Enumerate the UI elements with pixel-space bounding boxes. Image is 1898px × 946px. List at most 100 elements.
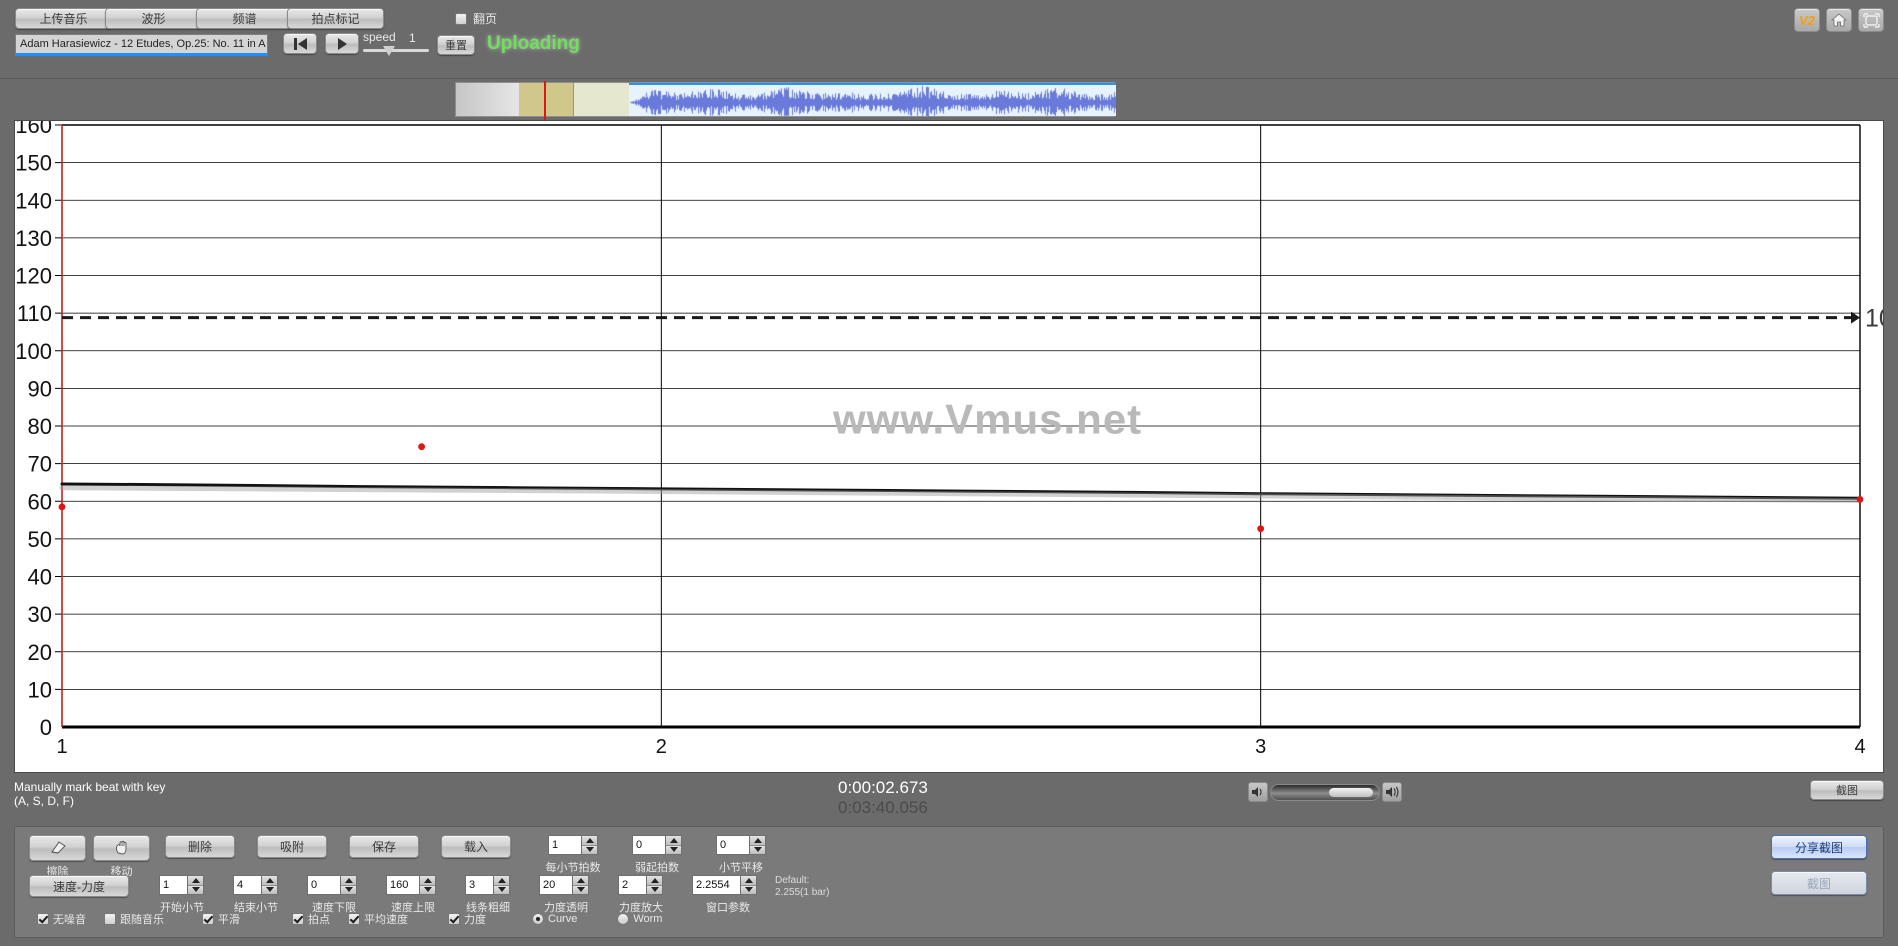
- tempo-max-value[interactable]: 160: [386, 875, 419, 895]
- line-width-spinner[interactable]: 3: [465, 875, 510, 895]
- snapshot-button-top[interactable]: 截图: [1810, 780, 1884, 800]
- start-bar-up[interactable]: [188, 876, 203, 885]
- delete-button[interactable]: 删除: [165, 835, 235, 858]
- line-width-up[interactable]: [494, 876, 509, 885]
- volume-icon[interactable]: [1248, 782, 1268, 802]
- save-button[interactable]: 保存: [349, 835, 419, 858]
- bar-shift-down[interactable]: [750, 844, 765, 854]
- speed-slider-track[interactable]: [363, 49, 429, 52]
- window-param-up[interactable]: [741, 876, 756, 885]
- dynamics-checkbox[interactable]: 力度: [448, 911, 486, 927]
- tempo-max-spinner[interactable]: 160: [386, 875, 436, 895]
- dynamics-opacity-spinner[interactable]: 20: [539, 875, 589, 895]
- dynamics-opacity-arrows[interactable]: [572, 875, 589, 895]
- start-bar-value[interactable]: 1: [159, 875, 187, 895]
- version-badge-icon[interactable]: V2: [1794, 8, 1820, 32]
- end-bar-value[interactable]: 4: [233, 875, 261, 895]
- volume-control[interactable]: [1248, 782, 1402, 802]
- bar-shift-spinner[interactable]: 0: [716, 835, 766, 855]
- beat-marker-button[interactable]: 拍点标记: [287, 8, 384, 29]
- beat-checkbox[interactable]: 拍点: [292, 911, 330, 927]
- overview-playhead[interactable]: [544, 81, 546, 120]
- volume-knob[interactable]: [1329, 787, 1373, 797]
- tempo-chart[interactable]: 10 20 30 40 50 60 70 80 90 100 110 120 130 140 150 160 0…: [14, 120, 1884, 773]
- pickup-beats-value[interactable]: 0: [632, 835, 665, 855]
- dynamics-opacity-up[interactable]: [573, 876, 588, 885]
- window-param-arrows[interactable]: [740, 875, 757, 895]
- dynamics-scale-up[interactable]: [647, 876, 662, 885]
- start-bar-spinner[interactable]: 1: [159, 875, 204, 895]
- overview-selection[interactable]: [519, 83, 574, 116]
- dynamics-scale-down[interactable]: [647, 884, 662, 894]
- tempo-min-spinner[interactable]: 0: [307, 875, 357, 895]
- track-title-box[interactable]: Adam Harasiewicz - 12 Etudes, Op.25: No.…: [15, 34, 268, 56]
- pickup-beats-arrows[interactable]: [665, 835, 682, 855]
- end-bar-down[interactable]: [262, 884, 277, 894]
- follow-music-checkbox[interactable]: 跟随音乐: [104, 911, 164, 927]
- beats-per-bar-up[interactable]: [582, 836, 597, 845]
- dynamics-opacity-down[interactable]: [573, 884, 588, 894]
- no-noise-checkbox[interactable]: 无噪音: [37, 911, 86, 927]
- dynamics-scale-spinner[interactable]: 2: [618, 875, 663, 895]
- tempo-max-down[interactable]: [420, 884, 435, 894]
- home-icon[interactable]: [1826, 8, 1852, 32]
- dynamics-box[interactable]: [448, 913, 460, 925]
- pickup-beats-down[interactable]: [666, 844, 681, 854]
- start-bar-down[interactable]: [188, 884, 203, 894]
- curve-radio[interactable]: Curve: [532, 913, 577, 925]
- upload-music-button[interactable]: 上传音乐: [15, 8, 112, 29]
- dynamics-scale-value[interactable]: 2: [618, 875, 646, 895]
- tempo-min-arrows[interactable]: [340, 875, 357, 895]
- move-tool[interactable]: [93, 835, 150, 861]
- reset-button[interactable]: 重置: [437, 35, 475, 55]
- previous-track-button[interactable]: [283, 33, 317, 54]
- load-button[interactable]: 载入: [441, 835, 511, 858]
- no-noise-box[interactable]: [37, 913, 49, 925]
- volume-max-icon[interactable]: [1382, 782, 1402, 802]
- tempo-max-up[interactable]: [420, 876, 435, 885]
- volume-slider[interactable]: [1270, 783, 1380, 801]
- bar-shift-arrows[interactable]: [749, 835, 766, 855]
- beats-per-bar-spinner[interactable]: 1: [548, 835, 598, 855]
- tempo-dynamics-button[interactable]: 速度-力度: [29, 875, 129, 897]
- end-bar-arrows[interactable]: [261, 875, 278, 895]
- flip-page-checkbox[interactable]: [455, 12, 467, 25]
- follow-music-box[interactable]: [104, 913, 116, 925]
- spectrum-button[interactable]: 频谱: [196, 8, 293, 29]
- beat-box[interactable]: [292, 913, 304, 925]
- curve-radio-dot[interactable]: [532, 913, 544, 925]
- waveform-overview[interactable]: [455, 81, 1116, 120]
- bar-shift-value[interactable]: 0: [716, 835, 749, 855]
- bar-shift-up[interactable]: [750, 836, 765, 845]
- snap-button[interactable]: 吸附: [257, 835, 327, 858]
- play-button[interactable]: [325, 33, 359, 54]
- average-tempo-checkbox[interactable]: 平均速度: [348, 911, 408, 927]
- dynamics-scale-arrows[interactable]: [646, 875, 663, 895]
- tempo-max-arrows[interactable]: [419, 875, 436, 895]
- window-param-spinner[interactable]: 2.2554: [692, 875, 757, 895]
- beats-per-bar-arrows[interactable]: [581, 835, 598, 855]
- overview-selection-light[interactable]: [574, 83, 629, 116]
- pickup-beats-spinner[interactable]: 0: [632, 835, 682, 855]
- line-width-down[interactable]: [494, 884, 509, 894]
- tempo-min-value[interactable]: 0: [307, 875, 340, 895]
- worm-radio[interactable]: Worm: [617, 913, 662, 925]
- dynamics-opacity-value[interactable]: 20: [539, 875, 572, 895]
- fullscreen-icon[interactable]: [1858, 8, 1884, 32]
- end-bar-spinner[interactable]: 4: [233, 875, 278, 895]
- smooth-checkbox[interactable]: 平滑: [202, 911, 240, 927]
- average-tempo-box[interactable]: [348, 913, 360, 925]
- beats-per-bar-down[interactable]: [582, 844, 597, 854]
- end-bar-up[interactable]: [262, 876, 277, 885]
- speed-slider-thumb[interactable]: [383, 46, 395, 56]
- worm-radio-dot[interactable]: [617, 913, 630, 925]
- overview-waveform-canvas[interactable]: [629, 83, 1116, 116]
- share-snapshot-button[interactable]: 分享截图: [1771, 835, 1867, 859]
- start-bar-arrows[interactable]: [187, 875, 204, 895]
- snapshot-button[interactable]: 截图: [1771, 871, 1867, 895]
- flip-page-control[interactable]: 翻页: [455, 10, 497, 27]
- tempo-min-down[interactable]: [341, 884, 356, 894]
- window-param-value[interactable]: 2.2554: [692, 875, 740, 895]
- window-param-down[interactable]: [741, 884, 756, 894]
- tempo-min-up[interactable]: [341, 876, 356, 885]
